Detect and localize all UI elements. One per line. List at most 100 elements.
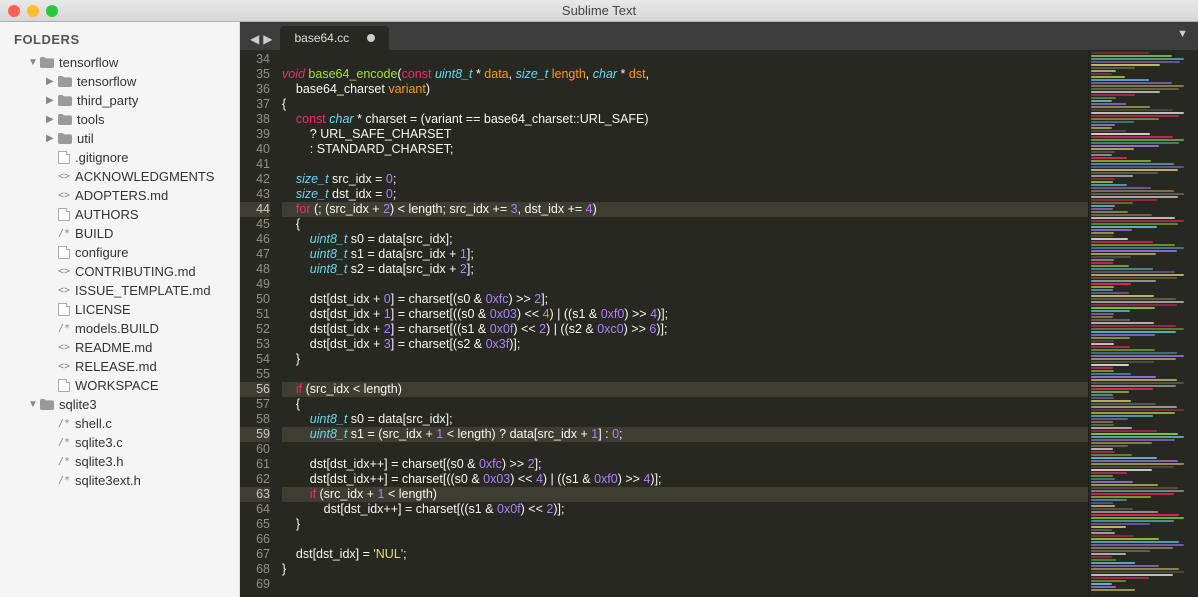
code-line[interactable]: if (src_idx < length) [282,382,1088,397]
code-line[interactable]: dst[dst_idx + 2] = charset[((s1 & 0x0f) … [282,322,1088,337]
tree-folder[interactable]: ▶tools [0,110,239,129]
line-number[interactable]: 59 [240,427,270,442]
code-area[interactable]: void base64_encode(const uint8_t * data,… [278,50,1088,597]
code-line[interactable]: dst[dst_idx++] = charset[(s0 & 0xfc) >> … [282,457,1088,472]
code-line[interactable]: uint8_t s0 = data[src_idx]; [282,412,1088,427]
code-line[interactable]: if (src_idx + 1 < length) [282,487,1088,502]
line-number[interactable]: 53 [240,337,270,352]
tree-file[interactable]: <>CONTRIBUTING.md [0,262,239,281]
line-number[interactable]: 54 [240,352,270,367]
tab-bar[interactable]: ◀ ▶ base64.cc ▼ [240,22,1198,50]
tree-file[interactable]: /*BUILD [0,224,239,243]
line-number[interactable]: 35 [240,67,270,82]
line-number[interactable]: 60 [240,442,270,457]
line-number[interactable]: 36 [240,82,270,97]
line-number[interactable]: 47 [240,247,270,262]
tree-file[interactable]: /*sqlite3ext.h [0,471,239,490]
line-number[interactable]: 58 [240,412,270,427]
line-number[interactable]: 52 [240,322,270,337]
code-line[interactable]: const char * charset = (variant == base6… [282,112,1088,127]
line-number[interactable]: 51 [240,307,270,322]
line-number[interactable]: 66 [240,532,270,547]
code-line[interactable]: for (; (src_idx + 2) < length; src_idx +… [282,202,1088,217]
code-line[interactable]: ? URL_SAFE_CHARSET [282,127,1088,142]
nav-forward-icon[interactable]: ▶ [263,32,272,46]
code-line[interactable]: } [282,352,1088,367]
maximize-window-button[interactable] [46,5,58,17]
line-number[interactable]: 43 [240,187,270,202]
line-number[interactable]: 34 [240,52,270,67]
line-number[interactable]: 65 [240,517,270,532]
code-line[interactable]: } [282,517,1088,532]
code-line[interactable]: { [282,97,1088,112]
disclosure-arrow-icon[interactable]: ▼ [28,57,38,68]
line-number[interactable]: 38 [240,112,270,127]
tree-file[interactable]: <>ADOPTERS.md [0,186,239,205]
tree-file[interactable]: <>README.md [0,338,239,357]
code-line[interactable]: uint8_t s1 = (src_idx + 1 < length) ? da… [282,427,1088,442]
code-line[interactable]: size_t src_idx = 0; [282,172,1088,187]
line-number[interactable]: 69 [240,577,270,592]
disclosure-arrow-icon[interactable]: ▶ [46,95,56,106]
line-number[interactable]: 61 [240,457,270,472]
folder-sidebar[interactable]: FOLDERS ▼tensorflow▶tensorflow▶third_par… [0,22,240,597]
code-line[interactable] [282,277,1088,292]
line-number[interactable]: 45 [240,217,270,232]
code-line[interactable] [282,442,1088,457]
line-number[interactable]: 49 [240,277,270,292]
code-line[interactable]: uint8_t s1 = data[src_idx + 1]; [282,247,1088,262]
line-number[interactable]: 46 [240,232,270,247]
code-line[interactable] [282,52,1088,67]
code-line[interactable]: dst[dst_idx + 0] = charset[(s0 & 0xfc) >… [282,292,1088,307]
code-line[interactable]: void base64_encode(const uint8_t * data,… [282,67,1088,82]
tree-folder[interactable]: ▼sqlite3 [0,395,239,414]
code-line[interactable] [282,367,1088,382]
line-number[interactable]: 55 [240,367,270,382]
tree-file[interactable]: /*sqlite3.h [0,452,239,471]
code-line[interactable]: } [282,562,1088,577]
minimap[interactable] [1088,50,1198,597]
line-number[interactable]: 40 [240,142,270,157]
line-number[interactable]: 42 [240,172,270,187]
tree-folder[interactable]: ▶util [0,129,239,148]
tree-file[interactable]: /*models.BUILD [0,319,239,338]
line-number[interactable]: 57 [240,397,270,412]
minimize-window-button[interactable] [27,5,39,17]
tree-folder[interactable]: ▶third_party [0,91,239,110]
folder-tree[interactable]: ▼tensorflow▶tensorflow▶third_party▶tools… [0,53,239,490]
code-line[interactable]: uint8_t s0 = data[src_idx]; [282,232,1088,247]
tree-file[interactable]: /*shell.c [0,414,239,433]
tab-overflow-icon[interactable]: ▼ [1177,28,1188,40]
tree-file[interactable]: .gitignore [0,148,239,167]
line-number[interactable]: 48 [240,262,270,277]
line-number[interactable]: 64 [240,502,270,517]
disclosure-arrow-icon[interactable]: ▼ [28,399,38,410]
line-number[interactable]: 56 [240,382,270,397]
line-number-gutter[interactable]: 3435363738394041424344454647484950515253… [240,50,278,597]
code-line[interactable] [282,157,1088,172]
tree-file[interactable]: AUTHORS [0,205,239,224]
line-number[interactable]: 63 [240,487,270,502]
code-line[interactable]: { [282,217,1088,232]
line-number[interactable]: 44 [240,202,270,217]
tree-file[interactable]: <>ISSUE_TEMPLATE.md [0,281,239,300]
disclosure-arrow-icon[interactable]: ▶ [46,133,56,144]
line-number[interactable]: 39 [240,127,270,142]
line-number[interactable]: 37 [240,97,270,112]
tree-file[interactable]: /*sqlite3.c [0,433,239,452]
line-number[interactable]: 67 [240,547,270,562]
code-line[interactable] [282,577,1088,592]
code-line[interactable]: base64_charset variant) [282,82,1088,97]
code-line[interactable]: dst[dst_idx++] = charset[((s0 & 0x03) <<… [282,472,1088,487]
code-line[interactable]: dst[dst_idx] = 'NUL'; [282,547,1088,562]
code-line[interactable]: : STANDARD_CHARSET; [282,142,1088,157]
tree-folder[interactable]: ▼tensorflow [0,53,239,72]
tab-active[interactable]: base64.cc [280,26,389,50]
tree-file[interactable]: LICENSE [0,300,239,319]
code-line[interactable]: dst[dst_idx++] = charset[((s1 & 0x0f) <<… [282,502,1088,517]
code-line[interactable]: dst[dst_idx + 1] = charset[((s0 & 0x03) … [282,307,1088,322]
code-line[interactable]: dst[dst_idx + 3] = charset[(s2 & 0x3f)]; [282,337,1088,352]
tree-folder[interactable]: ▶tensorflow [0,72,239,91]
line-number[interactable]: 41 [240,157,270,172]
disclosure-arrow-icon[interactable]: ▶ [46,76,56,87]
